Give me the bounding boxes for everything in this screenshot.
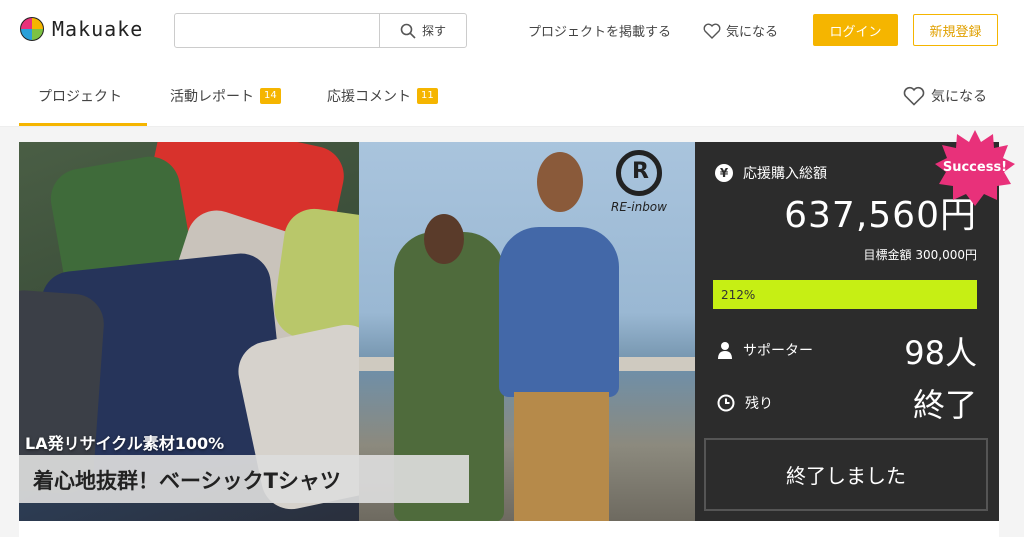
tab-project[interactable]: プロジェクト <box>38 86 122 106</box>
brand-logo-text: RE-inbow <box>611 200 667 214</box>
count-badge: 11 <box>417 88 438 104</box>
makuake-logo-icon <box>20 17 44 41</box>
signup-button[interactable]: 新規登録 <box>913 14 998 46</box>
tab-label: 応援コメント <box>327 89 411 105</box>
brand-mark-icon: R <box>615 150 662 196</box>
post-project-link[interactable]: プロジェクトを掲載する <box>528 21 671 40</box>
favorite-label: 気になる <box>931 89 987 105</box>
search-button[interactable]: 探す <box>379 14 466 47</box>
search-icon <box>400 23 416 39</box>
woman-head <box>424 214 464 264</box>
supporters-label-row: サポーター <box>717 340 813 360</box>
login-button[interactable]: ログイン <box>813 14 898 46</box>
favorite-label: 気になる <box>726 25 779 40</box>
supporters-label: サポーター <box>743 343 813 359</box>
search-box: 探す <box>174 13 467 48</box>
count-badge: 14 <box>260 88 281 104</box>
re-inbow-logo: R RE-inbow <box>611 150 667 214</box>
tab-activity-report[interactable]: 活動レポート 14 <box>170 86 281 106</box>
remaining-label-row: 残り <box>717 393 773 413</box>
project-hero-image[interactable]: R RE-inbow LA発リサイクル素材100% 着心地抜群！ベーシックTシャ… <box>19 142 695 521</box>
progress-fill: 212% <box>713 280 977 309</box>
progress-bar: 212% <box>713 280 977 309</box>
catch-copy-main: 着心地抜群！ベーシックTシャツ <box>19 455 469 503</box>
person-icon <box>718 342 732 359</box>
success-label: Success! <box>942 160 1008 175</box>
tab-label: プロジェクト <box>38 89 122 105</box>
man-model <box>499 227 619 397</box>
active-tab-indicator <box>19 123 147 126</box>
favorite-button[interactable]: 気になる <box>903 86 987 106</box>
brand-name: Makuake <box>52 17 144 41</box>
total-label-row: ¥ 応援購入総額 <box>715 163 827 183</box>
success-badge: Success! <box>935 130 1015 210</box>
supporters-count: 98人 <box>904 334 977 372</box>
heart-icon <box>903 86 925 106</box>
catch-copy-sub: LA発リサイクル素材100% <box>25 434 225 453</box>
logo[interactable]: Makuake <box>20 17 143 41</box>
tab-label: 活動レポート <box>170 89 254 105</box>
yen-icon: ¥ <box>715 164 733 182</box>
man-head <box>537 152 583 212</box>
remaining-label: 残り <box>745 396 773 412</box>
project-ended-button[interactable]: 終了しました <box>704 438 988 511</box>
favorite-link[interactable]: 気になる <box>703 21 778 40</box>
site-header: Makuake 探す プロジェクトを掲載する 気になる ログイン 新規登録 <box>0 0 1024 62</box>
search-input[interactable] <box>175 14 379 47</box>
remaining-value: 終了 <box>912 386 977 424</box>
total-label: 応援購入総額 <box>743 166 827 182</box>
project-tabs: プロジェクト 活動レポート 14 応援コメント 11 気になる <box>0 62 1024 127</box>
clock-icon <box>717 394 735 412</box>
goal-amount: 目標金額 300,000円 <box>863 248 977 262</box>
heart-icon <box>703 23 721 39</box>
man-pants <box>514 392 609 521</box>
brand-mark-letter: R <box>631 159 649 184</box>
content-below <box>19 521 999 537</box>
search-button-label: 探す <box>421 24 446 38</box>
tab-comments[interactable]: 応援コメント 11 <box>327 86 438 106</box>
